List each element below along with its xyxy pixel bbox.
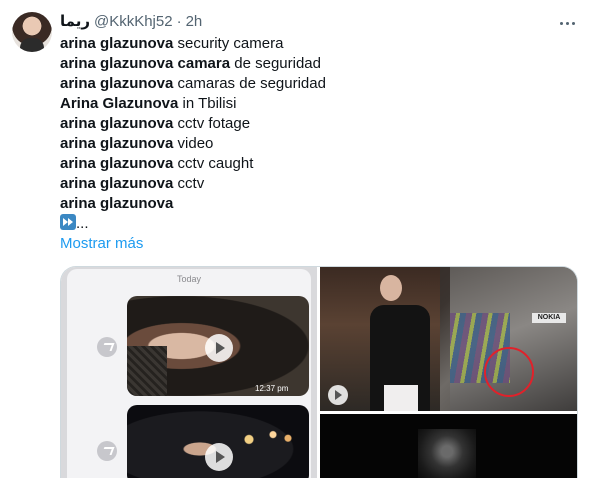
tweet-line: arina glazunova [60,194,580,214]
separator-dot: · [176,13,182,30]
dim-light [418,429,476,478]
more-dot [565,21,569,25]
line-text: camaras de seguridad [173,75,326,92]
person-legs [384,385,418,411]
more-horizontal-icon [559,21,563,25]
street-lights [237,425,297,449]
tweet-header: ريما @KkkKhj52 · 2h [60,12,202,32]
play-icon [205,443,233,471]
highlighted-term: arina glazunova [60,115,174,132]
phone-screen: Today 12:37 pm [67,269,311,478]
play-icon [205,334,233,362]
line-text: cctv caught [173,155,254,172]
video-thumbnail: 12:37 pm [127,296,309,396]
highlighted-term: arina glazunova [60,195,174,212]
tweet-line: arina glazunova cctv caught [60,154,580,174]
nokia-sign: NOKIA [532,313,566,323]
person-head [380,275,402,301]
line-text: security camera [173,35,284,52]
tweet-line: arina glazunova cctv fotage [60,114,580,134]
line-text: in Tbilisi [178,95,237,112]
highlighted-term: arina glazunova [60,175,174,192]
highlighted-term: arina glazunova [60,35,174,52]
tweet[interactable]: ريما @KkkKhj52 · 2h arina glazunova secu… [0,0,592,478]
highlighted-term: arina glazunova [60,155,174,172]
share-forward-icon [97,441,117,461]
fast-forward-emoji-icon [60,214,76,230]
highlighted-term: arina glazunova [60,75,174,92]
media-item-chat-screenshot[interactable]: Today 12:37 pm [61,267,317,478]
cobblestone-texture [127,346,167,396]
play-icon [328,385,348,405]
highlighted-term: arina glazunova [60,135,174,152]
media-grid: Today 12:37 pm NOKIA [60,266,578,478]
more-options-button[interactable] [556,12,578,34]
tweet-line: ... [60,214,580,234]
highlighted-term: arina glazunova camara [60,55,231,72]
tweet-line: arina glazunova cctv [60,174,580,194]
video-thumbnail [127,405,309,478]
share-forward-icon [97,337,117,357]
line-text: de seguridad [230,55,321,72]
more-dot [571,21,575,25]
line-text: video [173,135,214,152]
highlighted-term: Arina Glazunova [60,95,179,112]
tweet-line: arina glazunova camara de seguridad [60,54,580,74]
tweet-line: arina glazunova video [60,134,580,154]
media-item-dark-video[interactable] [320,414,577,478]
video-timestamp: 12:37 pm [255,384,289,393]
avatar[interactable] [12,12,52,52]
person-figure [370,275,440,411]
ellipsis-text: ... [76,215,89,232]
user-handle[interactable]: @KkkKhj52 [94,12,173,32]
line-text: cctv [173,175,205,192]
show-more-link[interactable]: Mostrar más [60,234,580,254]
avatar-figure [20,38,44,52]
line-text: cctv fotage [173,115,251,132]
tweet-line: arina glazunova camaras de seguridad [60,74,580,94]
media-item-street-collage[interactable]: NOKIA [320,267,577,411]
tweet-text: arina glazunova security camera arina gl… [60,34,580,254]
timestamp[interactable]: 2h [186,12,203,32]
tweet-line: arina glazunova security camera [60,34,580,54]
display-name[interactable]: ريما [60,12,90,32]
highlight-circle [484,347,534,397]
chat-date-header: Today [176,274,202,284]
tweet-line: Arina Glazunova in Tbilisi [60,94,580,114]
